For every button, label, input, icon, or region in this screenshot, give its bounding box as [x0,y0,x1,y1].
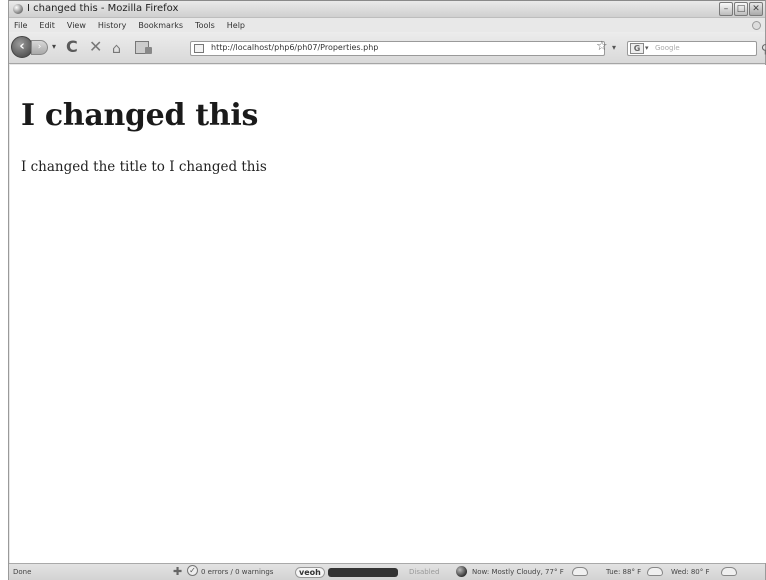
reload-icon[interactable]: C [66,38,78,56]
back-button[interactable]: ‹ [11,36,33,58]
search-icon[interactable]: ⚲ [761,42,766,56]
page-content: I changed this I changed the title to I … [10,65,766,563]
menu-bar: File Edit View History Bookmarks Tools H… [9,19,765,32]
title-bar: I changed this - Mozilla Firefox – □ ✕ [9,1,765,18]
veoh-logo: veoh [295,566,325,578]
google-icon[interactable]: G [630,43,644,54]
page-heading: I changed this [21,98,259,133]
puzzle-icon[interactable]: ✚ [173,565,182,578]
firefox-icon [13,4,23,14]
menu-help[interactable]: Help [227,21,245,30]
weather-now[interactable]: Now: Mostly Cloudy, 77° F [472,568,564,576]
veoh-widget[interactable]: veoh [295,566,398,578]
minimize-button[interactable]: – [719,2,733,16]
site-icon [194,44,204,53]
star-icon[interactable]: ☆ [596,39,608,54]
check-icon[interactable]: ✓ [187,565,198,576]
cloud-icon [647,567,663,576]
engine-dropdown-icon[interactable]: ▾ [645,44,649,52]
throbber-icon [752,21,761,30]
weather-tue[interactable]: Tue: 88° F [606,568,641,576]
veoh-controls[interactable] [327,567,398,577]
menu-bookmarks[interactable]: Bookmarks [138,21,183,30]
close-button[interactable]: ✕ [749,2,763,16]
url-dropdown-icon[interactable]: ▾ [612,43,616,52]
url-text[interactable]: http://localhost/php6/ph07/Properties.ph… [211,43,378,52]
disabled-label: Disabled [409,568,440,576]
weather-wed[interactable]: Wed: 80° F [671,568,710,576]
navigation-toolbar: ‹ › ▾ C ✕ ⌂ http://localhost/php6/ph07/P… [9,32,766,64]
menu-tools[interactable]: Tools [195,21,215,30]
menu-edit[interactable]: Edit [39,21,55,30]
maximize-button[interactable]: □ [734,2,748,16]
bookmark-page-icon[interactable] [135,41,152,54]
home-icon[interactable]: ⌂ [112,40,121,58]
history-dropdown-icon[interactable]: ▾ [52,42,56,51]
status-text: Done [13,568,32,576]
cloud-icon [572,567,588,576]
error-count[interactable]: 0 errors / 0 warnings [201,568,273,576]
page-paragraph: I changed the title to I changed this [21,159,267,175]
weather-globe-icon[interactable] [456,566,467,577]
menu-view[interactable]: View [67,21,86,30]
url-bar[interactable]: http://localhost/php6/ph07/Properties.ph… [190,41,605,56]
cloud-icon [721,567,737,576]
forward-button[interactable]: › [31,40,48,55]
window-title: I changed this - Mozilla Firefox [27,3,179,14]
stop-icon[interactable]: ✕ [89,38,102,56]
search-placeholder: Google [655,44,680,52]
search-input[interactable]: G ▾ Google ⚲ [627,41,766,56]
window-controls: – □ ✕ [719,2,763,16]
browser-window: I changed this - Mozilla Firefox – □ ✕ F… [8,0,766,580]
menu-history[interactable]: History [98,21,126,30]
status-bar: Done ✚ ✓ 0 errors / 0 warnings veoh Disa… [9,563,765,580]
menu-file[interactable]: File [14,21,27,30]
